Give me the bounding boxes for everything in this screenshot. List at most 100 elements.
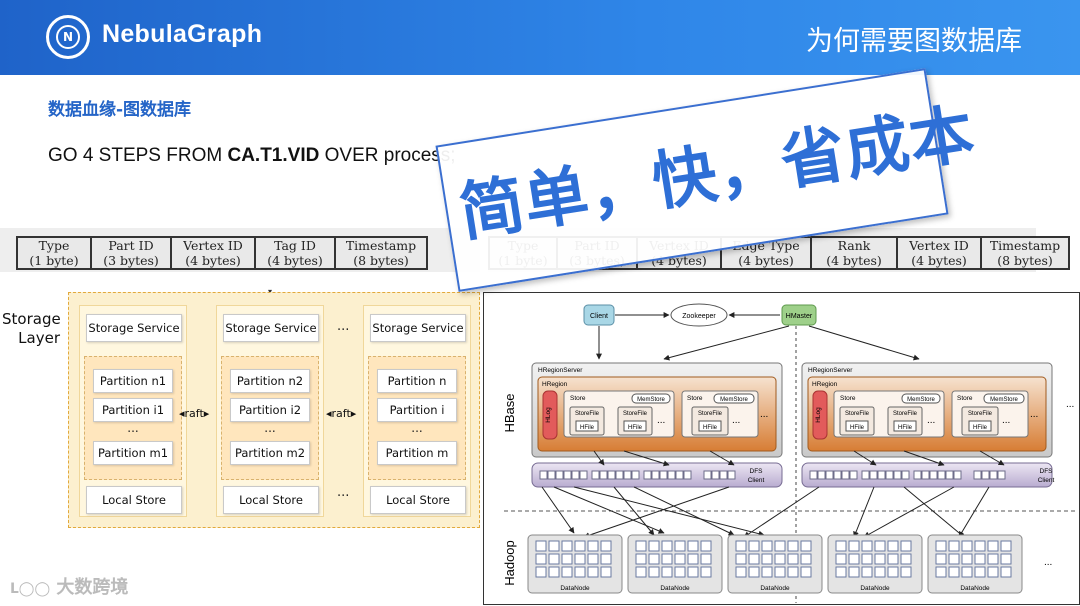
vertex-key-field: Part ID (3 bytes) (90, 236, 172, 270)
data-block (735, 566, 747, 578)
data-block (900, 540, 912, 552)
data-block (635, 553, 647, 565)
store-label: Store (957, 395, 973, 402)
field-size: (4 bytes) (911, 253, 967, 268)
data-block (735, 540, 747, 552)
data-block (748, 540, 760, 552)
storefile-label: StoreFile (623, 411, 648, 417)
dfs-block (973, 470, 982, 480)
hfile-label: HFile (973, 425, 988, 431)
dfs-block (547, 470, 556, 480)
store-label: Store (840, 395, 856, 402)
query-prefix: GO 4 STEPS FROM (48, 145, 228, 166)
data-block (887, 540, 899, 552)
datanode-label: DataNode (660, 585, 690, 592)
ellipsis: ... (732, 415, 740, 426)
vertical-ellipsis: ... (411, 421, 423, 435)
query-bold: CA.T1.VID (227, 145, 320, 166)
dfs-block (727, 470, 736, 480)
data-block (948, 566, 960, 578)
field-name: Type (38, 238, 70, 253)
hbase-label: HBase (502, 393, 517, 432)
data-block (900, 566, 912, 578)
data-block (700, 566, 712, 578)
data-block (674, 566, 686, 578)
dfs-block (913, 470, 922, 480)
data-block (835, 566, 847, 578)
dfs-block (579, 470, 588, 480)
data-block (961, 566, 973, 578)
datanode: DataNode (727, 534, 823, 594)
data-block (787, 566, 799, 578)
subheading: 数据血缘-图数据库 (48, 100, 192, 120)
vertex-key-table: Type (1 byte) Part ID (3 bytes) Vertex ID (4 … (16, 236, 428, 270)
dfs-block (997, 470, 1006, 480)
hmaster-label: HMaster (786, 313, 813, 320)
data-block (1000, 540, 1012, 552)
data-block (587, 566, 599, 578)
data-block (900, 553, 912, 565)
raft-link: ◂raft▸ (179, 407, 210, 420)
data-block (661, 553, 673, 565)
watermark: ᒪ◯◯ 大数跨境 (10, 573, 128, 599)
data-block (835, 540, 847, 552)
dfs-block (869, 470, 878, 480)
dfs-block (893, 470, 902, 480)
datanode-label: DataNode (760, 585, 790, 592)
partition-box: Partition n (377, 369, 457, 393)
data-block (1000, 553, 1012, 565)
local-store-box: Local Store (370, 486, 466, 514)
data-block (974, 540, 986, 552)
data-block (561, 566, 573, 578)
ellipsis: ... (657, 415, 665, 426)
data-block (987, 553, 999, 565)
data-block (987, 566, 999, 578)
field-name: Tag ID (274, 238, 316, 253)
field-size: (4 bytes) (826, 253, 882, 268)
memstore-label: MemStore (990, 397, 1018, 403)
dfs-block (929, 470, 938, 480)
storage-service-box: Storage Service (86, 314, 182, 342)
storefile-label: StoreFile (575, 411, 600, 417)
storage-service-box: Storage Service (370, 314, 466, 342)
data-block (748, 566, 760, 578)
partition-box: Partition m2 (230, 441, 310, 465)
data-block (974, 566, 986, 578)
dfs-block (615, 470, 624, 480)
data-block (1000, 566, 1012, 578)
partition-group: Partition n1 Partition i1 ... Partition … (84, 356, 182, 480)
data-block (835, 553, 847, 565)
dfs-block (591, 470, 600, 480)
field-size: (1 byte) (29, 253, 79, 268)
data-block (600, 566, 612, 578)
dfs-block (675, 470, 684, 480)
datanode-group: DataNode DataNode DataNode DataNode DataNode (527, 534, 1023, 594)
data-block (935, 566, 947, 578)
edge-key-field: Timestamp (8 bytes) (980, 236, 1070, 270)
field-name: Rank (837, 238, 871, 253)
data-block (600, 540, 612, 552)
data-block (561, 553, 573, 565)
store-label: Store (687, 395, 703, 402)
data-block (761, 553, 773, 565)
data-block (600, 553, 612, 565)
data-block (874, 540, 886, 552)
data-block (935, 540, 947, 552)
data-block (735, 553, 747, 565)
dfs-block (953, 470, 962, 480)
dfs-block (719, 470, 728, 480)
query-text: GO 4 STEPS FROM CA.T1.VID OVER process; (48, 145, 456, 167)
data-block (635, 566, 647, 578)
storefile-label: StoreFile (893, 411, 918, 417)
data-block (574, 566, 586, 578)
storefile-label: StoreFile (698, 411, 723, 417)
data-block (648, 566, 660, 578)
dfs-block (703, 470, 712, 480)
data-block (548, 566, 560, 578)
partition-box: Partition m1 (93, 441, 173, 465)
hadoop-label: Hadoop (502, 540, 517, 586)
zookeeper-label: Zookeeper (682, 313, 716, 320)
hlog-label: HLog (815, 407, 822, 423)
region-label: HRegion (812, 381, 838, 388)
ellipsis: ... (1030, 409, 1038, 420)
